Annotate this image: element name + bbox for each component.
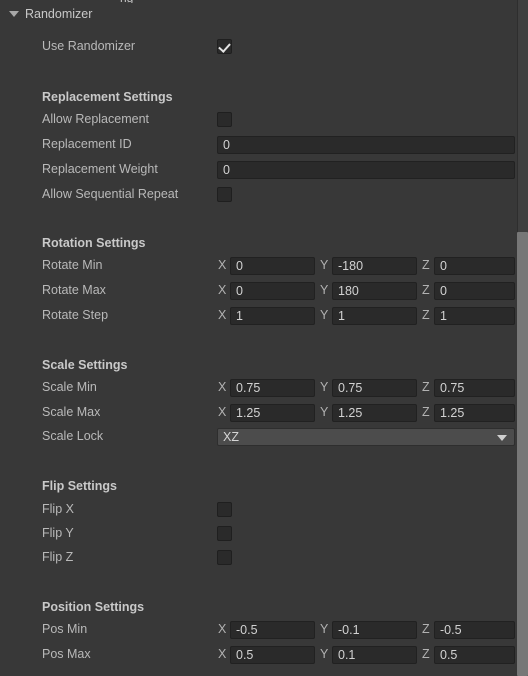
checkbox-allow-replacement[interactable]	[217, 112, 232, 127]
input-pos-max-x[interactable]: 0.5	[230, 646, 315, 664]
input-rotate-min-x[interactable]: 0	[230, 257, 315, 275]
input-rotate-max-y[interactable]: 180	[332, 282, 417, 300]
axis-label-x: X	[218, 405, 227, 419]
label-pos-max: Pos Max	[42, 647, 91, 661]
input-scale-max-x[interactable]: 1.25	[230, 404, 315, 422]
input-replacement-weight[interactable]: 0	[217, 161, 515, 179]
input-pos-min-y[interactable]: -0.1	[332, 621, 417, 639]
axis-label-y: Y	[320, 622, 329, 636]
axis-label-y: Y	[320, 308, 329, 322]
row-rotate-step: Rotate Step X 1 Y 1 Z 1	[0, 306, 517, 326]
input-replacement-id[interactable]: 0	[217, 136, 515, 154]
header-flip-settings: Flip Settings	[42, 479, 117, 493]
header-position-settings: Position Settings	[42, 600, 145, 614]
label-rotate-max: Rotate Max	[42, 283, 106, 297]
row-scale-max: Scale Max X 1.25 Y 1.25 Z 1.25	[0, 403, 517, 423]
label-rotate-step: Rotate Step	[42, 308, 109, 322]
input-rotate-max-z[interactable]: 0	[434, 282, 515, 300]
label-scale-min: Scale Min	[42, 380, 97, 394]
checkbox-flip-z[interactable]	[217, 550, 232, 565]
header-rotation-settings: Rotation Settings	[42, 236, 146, 250]
axis-label-y: Y	[320, 258, 329, 272]
input-rotate-step-x[interactable]: 1	[230, 307, 315, 325]
axis-label-y: Y	[320, 283, 329, 297]
axis-label-z: Z	[422, 258, 430, 272]
label-allow-sequential-repeat: Allow Sequential Repeat	[42, 187, 179, 201]
input-scale-max-z[interactable]: 1.25	[434, 404, 515, 422]
axis-label-z: Z	[422, 405, 430, 419]
input-pos-min-x[interactable]: -0.5	[230, 621, 315, 639]
page-title: Randomizer	[25, 7, 93, 21]
checkbox-allow-sequential-repeat[interactable]	[217, 187, 232, 202]
axis-label-x: X	[218, 380, 227, 394]
dropdown-scale-lock-value: XZ	[223, 430, 239, 444]
clipped-header-text: ng	[0, 0, 517, 3]
label-flip-y: Flip Y	[42, 526, 74, 540]
header-replacement-settings: Replacement Settings	[42, 90, 173, 104]
axis-label-y: Y	[320, 647, 329, 661]
axis-label-z: Z	[422, 622, 430, 636]
row-rotate-max: Rotate Max X 0 Y 180 Z 0	[0, 281, 517, 301]
checkbox-flip-x[interactable]	[217, 502, 232, 517]
axis-label-z: Z	[422, 647, 430, 661]
randomizer-foldout[interactable]: Randomizer	[0, 4, 517, 24]
row-flip-y: Flip Y	[0, 524, 517, 544]
input-scale-max-y[interactable]: 1.25	[332, 404, 417, 422]
axis-label-z: Z	[422, 380, 430, 394]
axis-label-y: Y	[320, 405, 329, 419]
label-flip-z: Flip Z	[42, 550, 74, 564]
label-allow-replacement: Allow Replacement	[42, 112, 149, 126]
axis-label-x: X	[218, 258, 227, 272]
row-replacement-weight: Replacement Weight 0	[0, 160, 517, 180]
row-pos-min: Pos Min X -0.5 Y -0.1 Z -0.5	[0, 620, 517, 640]
row-use-randomizer: Use Randomizer	[0, 37, 517, 57]
inspector-panel: ng Randomizer Use Randomizer Replacement…	[0, 0, 528, 676]
row-replacement-id: Replacement ID 0	[0, 135, 517, 155]
input-scale-min-z[interactable]: 0.75	[434, 379, 515, 397]
header-scale-settings: Scale Settings	[42, 358, 128, 372]
input-scale-min-y[interactable]: 0.75	[332, 379, 417, 397]
label-scale-max: Scale Max	[42, 405, 101, 419]
axis-label-x: X	[218, 622, 227, 636]
row-allow-sequential-repeat: Allow Sequential Repeat	[0, 185, 517, 205]
label-use-randomizer: Use Randomizer	[42, 39, 136, 53]
row-scale-min: Scale Min X 0.75 Y 0.75 Z 0.75	[0, 378, 517, 398]
axis-label-x: X	[218, 647, 227, 661]
input-rotate-max-x[interactable]: 0	[230, 282, 315, 300]
dropdown-scale-lock[interactable]: XZ	[217, 428, 515, 446]
label-replacement-weight: Replacement Weight	[42, 162, 158, 176]
row-flip-x: Flip X	[0, 500, 517, 520]
row-allow-replacement: Allow Replacement	[0, 110, 517, 130]
triangle-down-icon[interactable]	[9, 11, 19, 17]
checkbox-use-randomizer[interactable]	[217, 39, 232, 54]
chevron-down-icon	[497, 435, 507, 441]
row-pos-max: Pos Max X 0.5 Y 0.1 Z 0.5	[0, 645, 517, 665]
label-replacement-id: Replacement ID	[42, 137, 132, 151]
label-scale-lock: Scale Lock	[42, 429, 104, 443]
row-flip-z: Flip Z	[0, 548, 517, 568]
axis-label-y: Y	[320, 380, 329, 394]
input-pos-max-y[interactable]: 0.1	[332, 646, 417, 664]
label-flip-x: Flip X	[42, 502, 74, 516]
axis-label-z: Z	[422, 308, 430, 322]
input-scale-min-x[interactable]: 0.75	[230, 379, 315, 397]
input-rotate-step-y[interactable]: 1	[332, 307, 417, 325]
input-pos-max-z[interactable]: 0.5	[434, 646, 515, 664]
axis-label-z: Z	[422, 283, 430, 297]
row-scale-lock: Scale Lock XZ	[0, 427, 517, 447]
row-rotate-min: Rotate Min X 0 Y -180 Z 0	[0, 256, 517, 276]
scrollbar-track[interactable]	[517, 0, 528, 676]
checkbox-flip-y[interactable]	[217, 526, 232, 541]
scrollbar-thumb[interactable]	[517, 232, 528, 676]
axis-label-x: X	[218, 308, 227, 322]
input-pos-min-z[interactable]: -0.5	[434, 621, 515, 639]
input-rotate-step-z[interactable]: 1	[434, 307, 515, 325]
label-pos-min: Pos Min	[42, 622, 88, 636]
input-rotate-min-z[interactable]: 0	[434, 257, 515, 275]
label-rotate-min: Rotate Min	[42, 258, 103, 272]
axis-label-x: X	[218, 283, 227, 297]
input-rotate-min-y[interactable]: -180	[332, 257, 417, 275]
